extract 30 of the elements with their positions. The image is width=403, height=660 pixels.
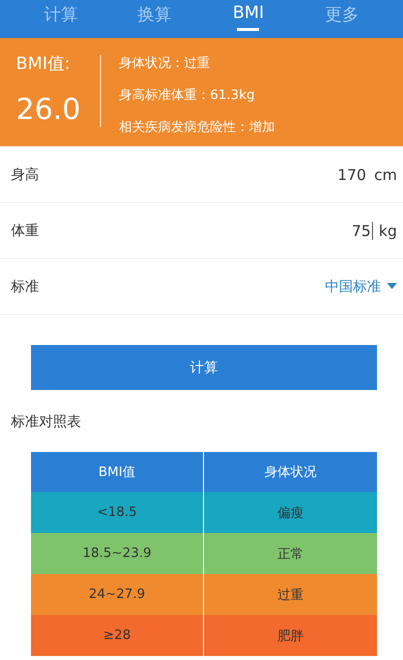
field-label: 身高 (11, 166, 39, 184)
table-cell: 正常 (204, 533, 377, 574)
table-cell: 24~27.9 (31, 574, 203, 615)
unit-label: cm (374, 166, 397, 184)
field-label: 体重 (11, 222, 39, 240)
table-cell: ≥28 (31, 615, 203, 656)
field-label: 标准 (11, 278, 39, 296)
column-header: 身体状况 (204, 452, 377, 492)
table-cell: 过重 (204, 574, 377, 615)
tab[interactable]: 计算 (14, 0, 108, 38)
table-cell: 18.5~23.9 (31, 533, 203, 574)
table-cell: 偏瘦 (204, 492, 377, 533)
bmi-value: 26.0 (16, 92, 82, 126)
table-cell: 肥胖 (204, 615, 377, 656)
tab[interactable]: 换算 (108, 0, 202, 38)
section-title: 标准对照表 (11, 413, 82, 431)
number-input[interactable]: 170 (338, 166, 368, 184)
tab[interactable]: 更多 (295, 0, 389, 38)
result-detail: 相关疾病发病危险性：增加 (119, 119, 275, 136)
bmi-label: BMI值: (16, 53, 72, 75)
number-input[interactable]: 75 (352, 222, 373, 240)
calculate-button[interactable]: 计算 (31, 345, 377, 390)
column-header: BMI值 (31, 452, 203, 492)
table-cell: <18.5 (31, 492, 203, 533)
tab[interactable]: BMI (202, 0, 296, 38)
result-detail: 身体状况：过重 (119, 55, 211, 72)
unit-label: kg (378, 222, 397, 240)
caret-icon (387, 283, 397, 290)
standard-dropdown[interactable]: 中国标准 (325, 278, 397, 296)
result-detail: 身高标准体重：61.3kg (119, 87, 256, 104)
